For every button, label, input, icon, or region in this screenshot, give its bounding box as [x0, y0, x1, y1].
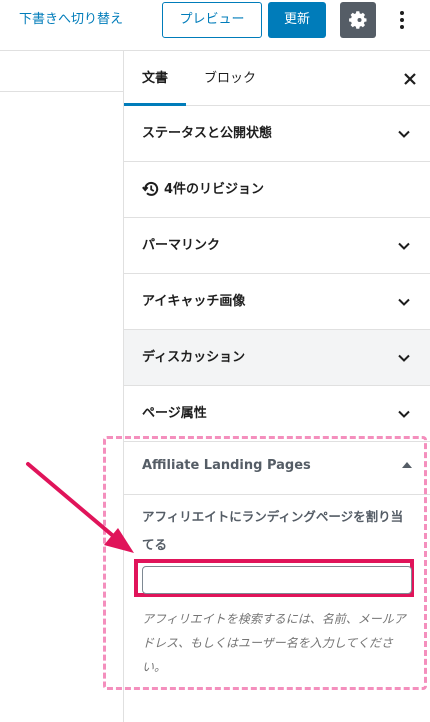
help-text: アフィリエイトを検索するには、名前、メールアドレス、もしくはユーザー名を入力して…: [142, 612, 406, 674]
panel-label: ページ属性: [142, 406, 207, 421]
editor-canvas: [0, 51, 123, 722]
panel-label: ステータスと公開状態: [142, 126, 273, 141]
chevron-down-icon: [398, 410, 410, 418]
switch-to-draft-link[interactable]: 下書きへ切り替え: [19, 9, 123, 31]
divider: [0, 91, 123, 92]
close-sidebar-button[interactable]: [400, 69, 420, 89]
preview-button[interactable]: プレビュー: [162, 2, 262, 38]
chevron-down-icon: [398, 242, 410, 250]
sidebar-tabs: 文書 ブロック: [124, 51, 430, 106]
panel-label: 4件のリビジョン: [164, 182, 265, 197]
vertical-ellipsis-icon: [400, 11, 404, 15]
history-icon: [142, 181, 159, 196]
panel-discussion[interactable]: ディスカッション: [124, 330, 430, 386]
tab-block[interactable]: ブロック: [190, 51, 270, 106]
gear-icon: [349, 11, 367, 29]
panel-affiliate-landing-pages[interactable]: Affiliate Landing Pages: [124, 438, 430, 494]
panel-status-visibility[interactable]: ステータスと公開状態: [124, 106, 430, 162]
chevron-down-icon: [398, 298, 410, 306]
panel-featured-image[interactable]: アイキャッチ画像: [124, 274, 430, 330]
caret-up-icon: [402, 462, 412, 468]
update-button[interactable]: 更新: [268, 2, 326, 38]
settings-sidebar: 文書 ブロック ステータスと公開状態 4件のリビジョン パーマリンク アイキャッ…: [123, 51, 430, 722]
settings-button[interactable]: [340, 2, 376, 38]
top-toolbar: 下書きへ切り替え プレビュー 更新: [0, 0, 430, 51]
tab-document[interactable]: 文書: [124, 51, 186, 106]
affiliate-search-input[interactable]: [142, 566, 412, 594]
panel-title: Affiliate Landing Pages: [142, 458, 311, 473]
input-highlight-annotation: [134, 559, 414, 597]
panel-label: アイキャッチ画像: [142, 294, 246, 309]
chevron-down-icon: [398, 130, 410, 138]
more-options-button[interactable]: [390, 2, 414, 38]
chevron-down-icon: [398, 354, 410, 362]
panel-label: ディスカッション: [142, 350, 246, 365]
close-icon: [404, 73, 416, 85]
panel-permalink[interactable]: パーマリンク: [124, 218, 430, 274]
panel-revisions[interactable]: 4件のリビジョン: [124, 162, 430, 218]
affiliate-panel-body: アフィリエイトにランディングページを割り当てる アフィリエイトを検索するには、名…: [124, 494, 430, 684]
panel-page-attributes[interactable]: ページ属性: [124, 386, 430, 442]
assign-affiliate-label: アフィリエイトにランディングページを割り当てる: [142, 509, 404, 552]
panel-label: パーマリンク: [142, 238, 221, 253]
